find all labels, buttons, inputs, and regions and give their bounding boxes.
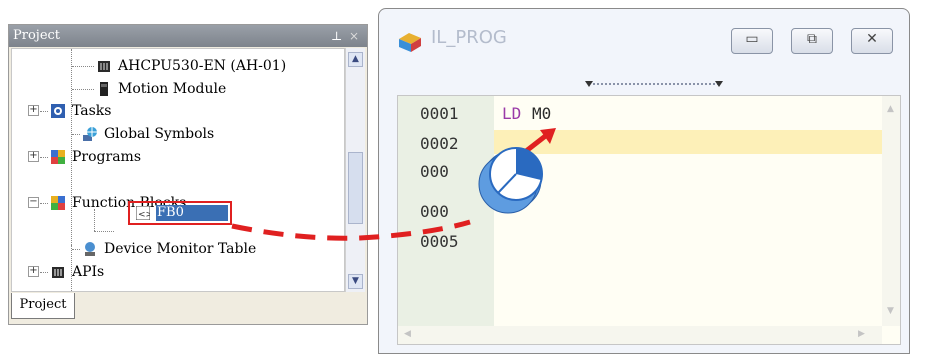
scroll-right-icon[interactable]: ▶	[858, 329, 865, 339]
line-number: 0001	[420, 104, 459, 123]
scroll-down-icon[interactable]: ▼	[348, 274, 363, 289]
project-panel-title: Project	[13, 28, 61, 43]
project-tree: AHCPU530-EN (AH-01) Motion Module + Task…	[11, 48, 345, 292]
tree-item-fb0-highlight[interactable]: <> FB0 [FB,LD]	[128, 201, 232, 240]
scroll-down-icon[interactable]: ▼	[887, 306, 894, 316]
svg-text:<>: <>	[138, 210, 150, 220]
instruction-keyword: LD	[502, 104, 522, 123]
tree-item-label: APIs	[72, 264, 105, 280]
line-number: 0002	[420, 134, 459, 153]
editor-horizontal-scrollbar[interactable]: ◀ ▶	[398, 326, 882, 344]
tree-item-label: AHCPU530-EN (AH-01)	[118, 58, 287, 74]
project-panel-titlebar: Project ⊥ ×	[9, 25, 367, 47]
close-icon[interactable]: ×	[349, 25, 359, 47]
tree-item-label: Programs	[72, 149, 142, 165]
restore-button[interactable]: ⧉	[791, 28, 833, 54]
globe-icon	[83, 127, 97, 141]
minimize-icon: ▭	[745, 31, 759, 47]
line-number: 000	[420, 202, 449, 221]
tab-project[interactable]: Project	[11, 293, 75, 319]
il-code-editor[interactable]: 0001 0002 000 000 0005 LD M0 ▲ ▼ ◀ ▶	[397, 95, 901, 345]
current-line-highlight	[494, 130, 882, 154]
scroll-up-icon[interactable]: ▲	[887, 104, 894, 114]
close-button[interactable]: ✕	[851, 28, 893, 54]
cpu-icon	[98, 61, 110, 72]
line-number: 000	[420, 162, 449, 181]
il-prog-window: IL_PROG ▭ ⧉ ✕ 0001 0002 000 000 0005 LD …	[378, 8, 910, 354]
expand-programs-toggle[interactable]: +	[28, 151, 39, 162]
scroll-thumb[interactable]	[348, 152, 363, 224]
window-title: IL_PROG	[431, 27, 507, 48]
tree-item-label: Global Symbols	[104, 126, 215, 142]
programs-icon	[51, 150, 65, 164]
split-bar-handle[interactable]	[579, 76, 729, 92]
editor-vertical-scrollbar[interactable]: ▲ ▼	[882, 96, 900, 326]
function-blocks-icon	[51, 196, 65, 210]
tree-item-label: Motion Module	[118, 81, 227, 97]
tree-line	[94, 231, 114, 232]
monitor-icon	[85, 242, 95, 256]
tree-item-label: Tasks	[72, 103, 112, 119]
instruction-operand: M0	[532, 104, 552, 123]
module-icon	[100, 82, 108, 96]
collapse-function-blocks-toggle[interactable]: −	[28, 197, 39, 208]
scroll-left-icon[interactable]: ◀	[404, 329, 411, 339]
expand-tasks-toggle[interactable]: +	[28, 105, 39, 116]
minimize-button[interactable]: ▭	[731, 28, 773, 54]
expand-apis-toggle[interactable]: +	[28, 266, 39, 277]
tasks-icon	[51, 104, 65, 118]
apis-icon	[52, 267, 64, 278]
scroll-up-icon[interactable]: ▲	[348, 52, 363, 67]
pin-icon[interactable]: ⊥	[331, 25, 342, 47]
line-number: 0005	[420, 232, 459, 251]
tree-line	[94, 209, 95, 231]
project-tree-scrollbar[interactable]: ▲ ▼	[345, 48, 365, 292]
program-window-icon	[399, 33, 421, 52]
fb-icon: <>	[136, 206, 150, 220]
tree-item-label: FB0 [FB,LD]	[157, 205, 209, 240]
close-icon: ✕	[866, 31, 878, 47]
restore-icon: ⧉	[807, 31, 817, 47]
project-panel: Project ⊥ × AHCPU530-EN (AH-01) Motion M…	[8, 24, 368, 325]
